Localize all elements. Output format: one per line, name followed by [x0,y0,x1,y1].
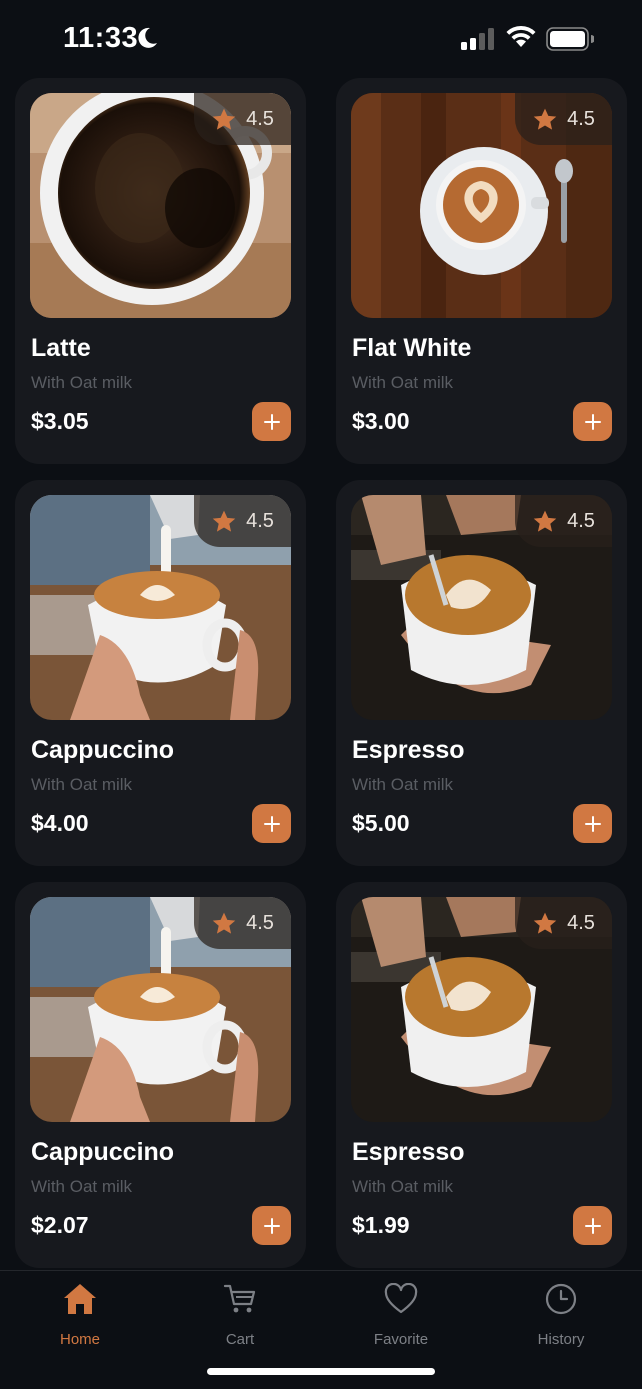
product-card[interactable]: 4.5 Cappuccino With Oat milk $4.00 [15,480,306,866]
product-photo-black-coffee: 4.5 [30,93,291,318]
star-icon [212,108,236,130]
product-subtitle: With Oat milk [31,775,133,794]
product-price: $5.00 [352,810,410,836]
product-price: $3.05 [31,408,89,434]
nav-label: Cart [225,1331,255,1348]
plus-icon [584,413,601,430]
product-name: Cappuccino [31,1138,175,1166]
rating-value: 4.5 [567,911,595,934]
product-price: $1.99 [352,1212,410,1238]
status-time: 11:33 [63,22,139,54]
star-icon [533,108,557,130]
rating-value: 4.5 [567,509,595,532]
status-bar: 11:33 [0,0,642,78]
plus-icon [263,413,280,430]
product-photo-espresso-hands: 4.5 [351,897,612,1122]
heart-icon [384,1283,418,1314]
rating-badge: 4.5 [515,93,612,145]
product-card[interactable]: 4.5 Cappuccino With Oat milk $2.07 [15,882,306,1268]
product-subtitle: With Oat milk [31,1177,133,1196]
nav-item-cart[interactable]: Cart [180,1279,300,1351]
product-name: Latte [31,334,91,362]
product-name: Flat White [352,334,472,362]
star-icon [212,912,236,934]
product-name: Espresso [352,736,465,764]
nav-label: History [537,1331,585,1348]
add-to-cart-button[interactable] [573,402,612,441]
product-price: $2.07 [31,1212,89,1238]
product-card[interactable]: 4.5 Espresso With Oat milk $5.00 [336,480,627,866]
cart-icon [223,1284,256,1313]
product-price: $4.00 [31,810,89,836]
product-photo-espresso-hands: 4.5 [351,495,612,720]
rating-badge: 4.5 [515,495,612,547]
product-name: Espresso [352,1138,465,1166]
home-icon [64,1284,96,1314]
add-to-cart-button[interactable] [252,402,291,441]
plus-icon [263,815,280,832]
nav-item-history[interactable]: History [501,1279,621,1351]
product-subtitle: With Oat milk [352,775,454,794]
plus-icon [584,1217,601,1234]
product-card[interactable]: 4.5 Espresso With Oat milk $1.99 [336,882,627,1268]
rating-value: 4.5 [246,911,274,934]
rating-badge: 4.5 [194,93,291,145]
rating-badge: 4.5 [515,897,612,949]
product-card[interactable]: 4.5 Latte With Oat milk $3.05 [15,78,306,464]
battery-icon [546,27,594,51]
clock-icon [545,1283,577,1315]
home-indicator[interactable] [207,1368,435,1375]
signal-icon [461,28,494,50]
plus-icon [584,815,601,832]
product-photo-milk-pour: 4.5 [30,897,291,1122]
nav-item-favorite[interactable]: Favorite [341,1279,461,1351]
product-subtitle: With Oat milk [352,1177,454,1196]
product-card[interactable]: 4.5 Flat White With Oat milk $3.00 [336,78,627,464]
product-subtitle: With Oat milk [352,373,454,392]
rating-value: 4.5 [246,509,274,532]
wifi-icon [506,25,536,47]
product-photo-latte-art: 4.5 [351,93,612,318]
product-subtitle: With Oat milk [31,373,133,392]
product-photo-milk-pour: 4.5 [30,495,291,720]
rating-badge: 4.5 [194,897,291,949]
star-icon [212,510,236,532]
rating-value: 4.5 [567,107,595,130]
nav-label: Home [59,1331,100,1348]
moon-icon [138,27,157,48]
rating-value: 4.5 [246,107,274,130]
plus-icon [263,1217,280,1234]
nav-label: Favorite [373,1331,429,1348]
product-price: $3.00 [352,408,410,434]
product-grid: 4.5 Latte With Oat milk $3.05 4.5 Flat W… [15,78,627,1268]
star-icon [533,912,557,934]
nav-item-home[interactable]: Home [20,1279,140,1351]
product-name: Cappuccino [31,736,175,764]
add-to-cart-button[interactable] [252,1206,291,1245]
star-icon [533,510,557,532]
add-to-cart-button[interactable] [573,1206,612,1245]
rating-badge: 4.5 [194,495,291,547]
add-to-cart-button[interactable] [252,804,291,843]
add-to-cart-button[interactable] [573,804,612,843]
